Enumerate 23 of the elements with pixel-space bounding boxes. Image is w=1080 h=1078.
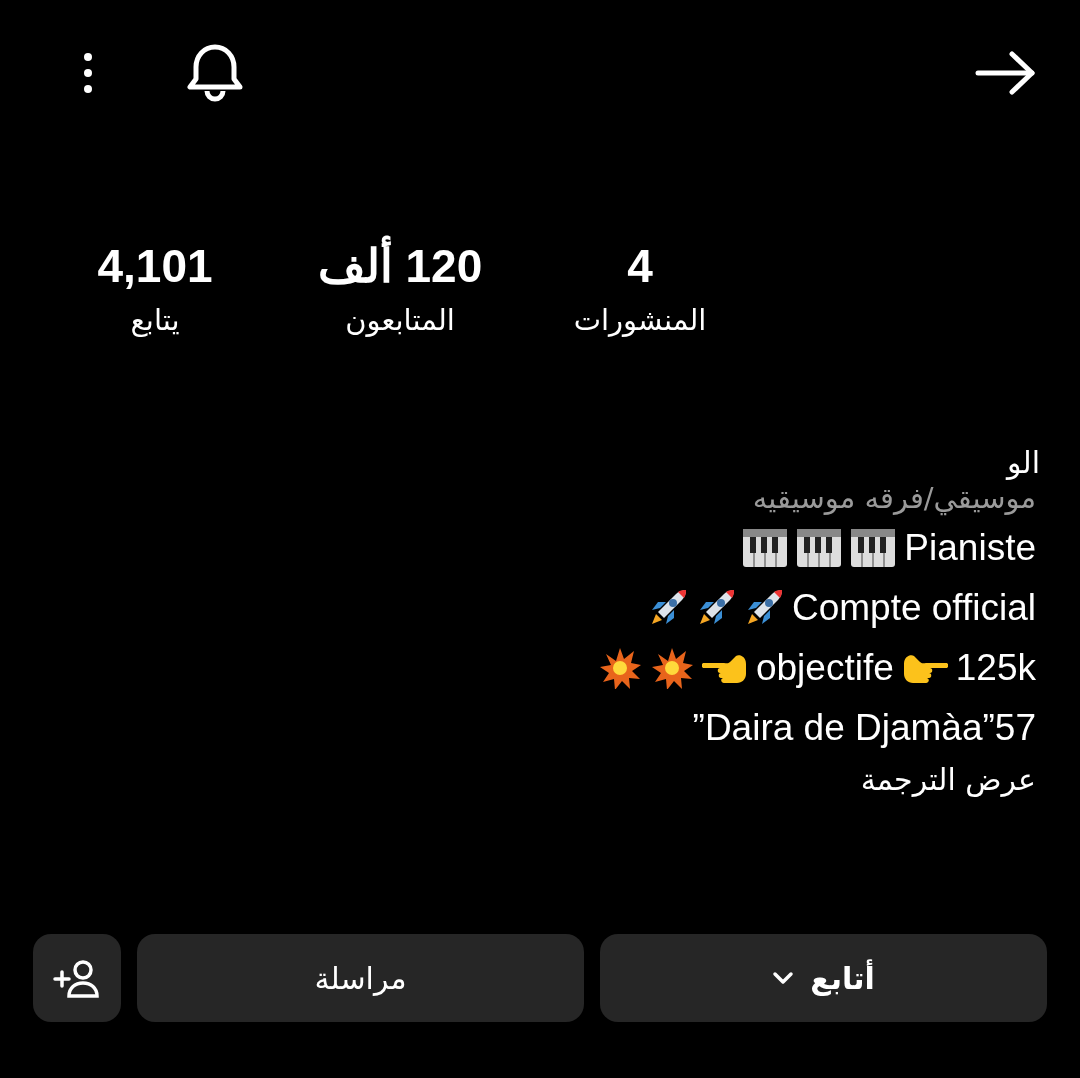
profile-name: الو bbox=[1007, 448, 1040, 478]
message-button[interactable]: مراسلة bbox=[137, 934, 584, 1022]
stat-label[interactable]: المتابعون bbox=[345, 300, 455, 340]
stat-label[interactable]: يتابع bbox=[130, 300, 180, 340]
stat-count: 4 bbox=[627, 239, 653, 294]
piano-keys-icon bbox=[796, 528, 843, 568]
bio-text: 125k bbox=[955, 647, 1036, 689]
add-person-button[interactable] bbox=[33, 934, 121, 1022]
chevron-down-icon bbox=[772, 971, 795, 985]
more-options-icon[interactable] bbox=[82, 51, 94, 95]
bio-text: Compte official bbox=[791, 587, 1036, 629]
follow-button[interactable]: أتابع bbox=[600, 934, 1047, 1022]
notification-bell-icon[interactable] bbox=[186, 43, 244, 103]
stat-label[interactable]: المنشورات bbox=[573, 300, 707, 340]
stat-count: 4,101 bbox=[97, 239, 213, 294]
bio-text: objectife bbox=[755, 647, 894, 689]
bio-text: ”Daira de Djamàa”57 bbox=[692, 707, 1036, 749]
see-translation-link[interactable]: عرض الترجمة bbox=[860, 758, 1036, 802]
add-person-icon bbox=[53, 958, 101, 998]
piano-keys-icon bbox=[850, 528, 897, 568]
category-label: موسيقي/فرقه موسيقيه bbox=[752, 480, 1036, 518]
bio-text: Pianiste bbox=[904, 527, 1036, 569]
piano-keys-icon bbox=[742, 528, 789, 568]
